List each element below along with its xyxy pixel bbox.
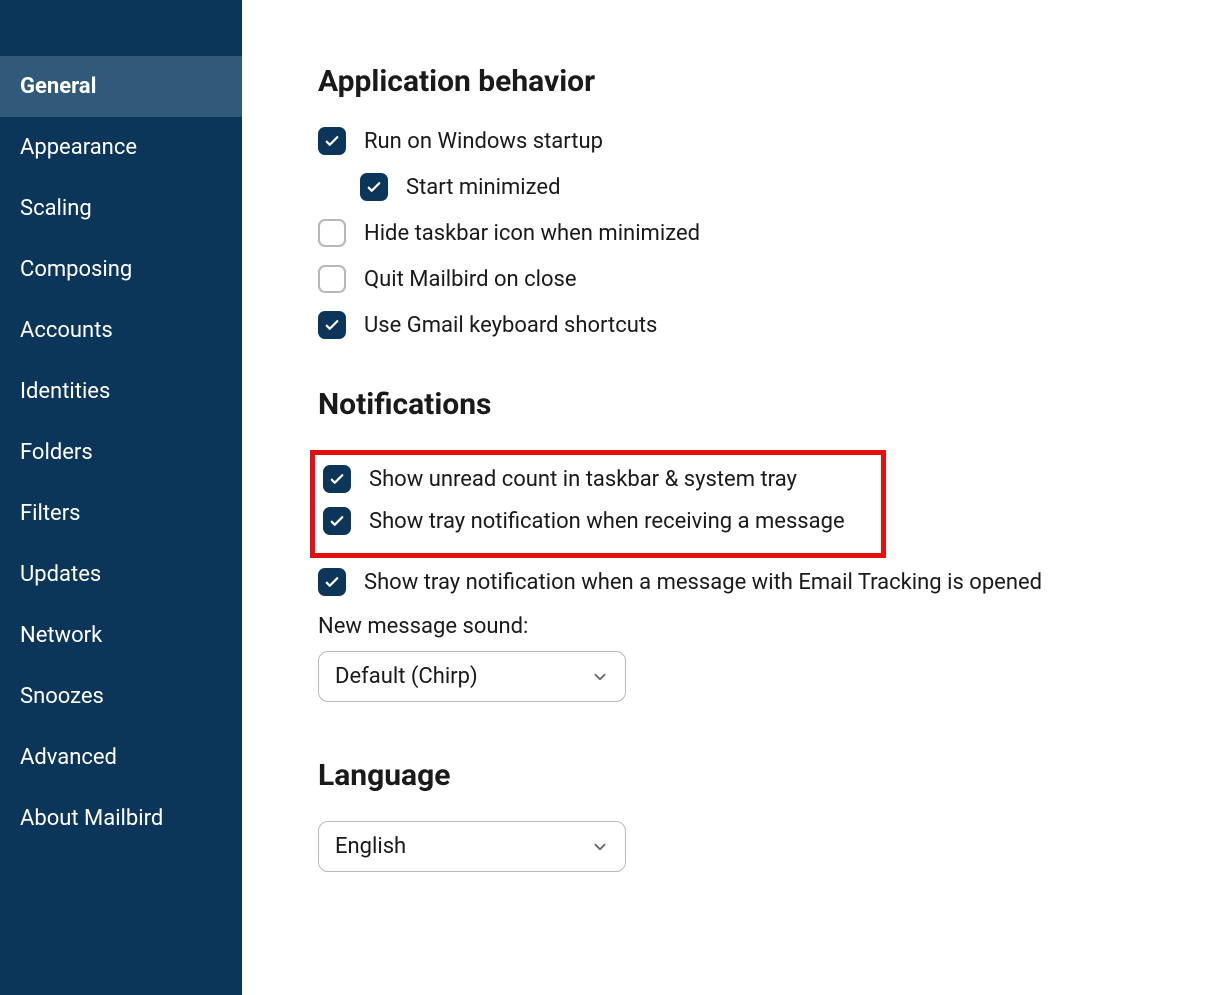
sidebar-item-appearance[interactable]: Appearance — [0, 117, 242, 178]
option-gmail-shortcuts[interactable]: Use Gmail keyboard shortcuts — [318, 311, 1178, 339]
checkbox-start-minimized[interactable] — [360, 173, 388, 201]
checkbox-email-tracking[interactable] — [318, 568, 346, 596]
highlight-annotation: Show unread count in taskbar & system tr… — [310, 450, 886, 558]
section-application-behavior: Application behavior Run on Windows star… — [318, 64, 1178, 339]
label-unread-count: Show unread count in taskbar & system tr… — [369, 467, 797, 492]
sidebar-item-advanced[interactable]: Advanced — [0, 727, 242, 788]
section-notifications: Notifications Show unread count in taskb… — [318, 387, 1178, 702]
check-icon — [328, 512, 346, 530]
select-value-sound: Default (Chirp) — [335, 664, 478, 689]
sidebar-item-about[interactable]: About Mailbird — [0, 788, 242, 849]
select-value-language: English — [335, 834, 406, 859]
checkbox-gmail-shortcuts[interactable] — [318, 311, 346, 339]
checkbox-hide-taskbar-icon[interactable] — [318, 219, 346, 247]
heading-notifications: Notifications — [318, 387, 1178, 422]
checkbox-tray-notification[interactable] — [323, 507, 351, 535]
sidebar-item-filters[interactable]: Filters — [0, 483, 242, 544]
select-new-message-sound[interactable]: Default (Chirp) — [318, 651, 626, 702]
sidebar-item-scaling[interactable]: Scaling — [0, 178, 242, 239]
check-icon — [328, 470, 346, 488]
section-language: Language English — [318, 758, 1178, 872]
label-run-on-startup: Run on Windows startup — [364, 129, 603, 154]
sidebar-item-identities[interactable]: Identities — [0, 361, 242, 422]
checkbox-quit-on-close[interactable] — [318, 265, 346, 293]
check-icon — [323, 573, 341, 591]
check-icon — [323, 316, 341, 334]
label-start-minimized: Start minimized — [406, 175, 560, 200]
label-email-tracking: Show tray notification when a message wi… — [364, 570, 1042, 595]
label-quit-on-close: Quit Mailbird on close — [364, 267, 577, 292]
option-quit-on-close[interactable]: Quit Mailbird on close — [318, 265, 1178, 293]
checkbox-run-on-startup[interactable] — [318, 127, 346, 155]
check-icon — [365, 178, 383, 196]
sidebar-item-network[interactable]: Network — [0, 605, 242, 666]
checkbox-unread-count[interactable] — [323, 465, 351, 493]
sidebar-item-snoozes[interactable]: Snoozes — [0, 666, 242, 727]
sidebar-item-folders[interactable]: Folders — [0, 422, 242, 483]
label-gmail-shortcuts: Use Gmail keyboard shortcuts — [364, 313, 657, 338]
sidebar-item-accounts[interactable]: Accounts — [0, 300, 242, 361]
label-tray-notification: Show tray notification when receiving a … — [369, 509, 845, 534]
sidebar-item-composing[interactable]: Composing — [0, 239, 242, 300]
sidebar-item-updates[interactable]: Updates — [0, 544, 242, 605]
heading-application-behavior: Application behavior — [318, 64, 1178, 99]
check-icon — [323, 132, 341, 150]
settings-main-panel: Application behavior Run on Windows star… — [242, 0, 1218, 995]
sidebar-item-general[interactable]: General — [0, 56, 242, 117]
settings-sidebar: General Appearance Scaling Composing Acc… — [0, 0, 242, 995]
option-run-on-startup[interactable]: Run on Windows startup — [318, 127, 1178, 155]
heading-language: Language — [318, 758, 1178, 793]
option-tray-notification[interactable]: Show tray notification when receiving a … — [323, 507, 877, 535]
select-language[interactable]: English — [318, 821, 626, 872]
option-unread-count[interactable]: Show unread count in taskbar & system tr… — [323, 465, 877, 493]
chevron-down-icon — [591, 838, 609, 856]
chevron-down-icon — [591, 668, 609, 686]
option-hide-taskbar-icon[interactable]: Hide taskbar icon when minimized — [318, 219, 1178, 247]
label-hide-taskbar-icon: Hide taskbar icon when minimized — [364, 221, 700, 246]
option-email-tracking[interactable]: Show tray notification when a message wi… — [318, 568, 1178, 596]
option-start-minimized[interactable]: Start minimized — [360, 173, 1178, 201]
label-new-message-sound: New message sound: — [318, 614, 1178, 639]
